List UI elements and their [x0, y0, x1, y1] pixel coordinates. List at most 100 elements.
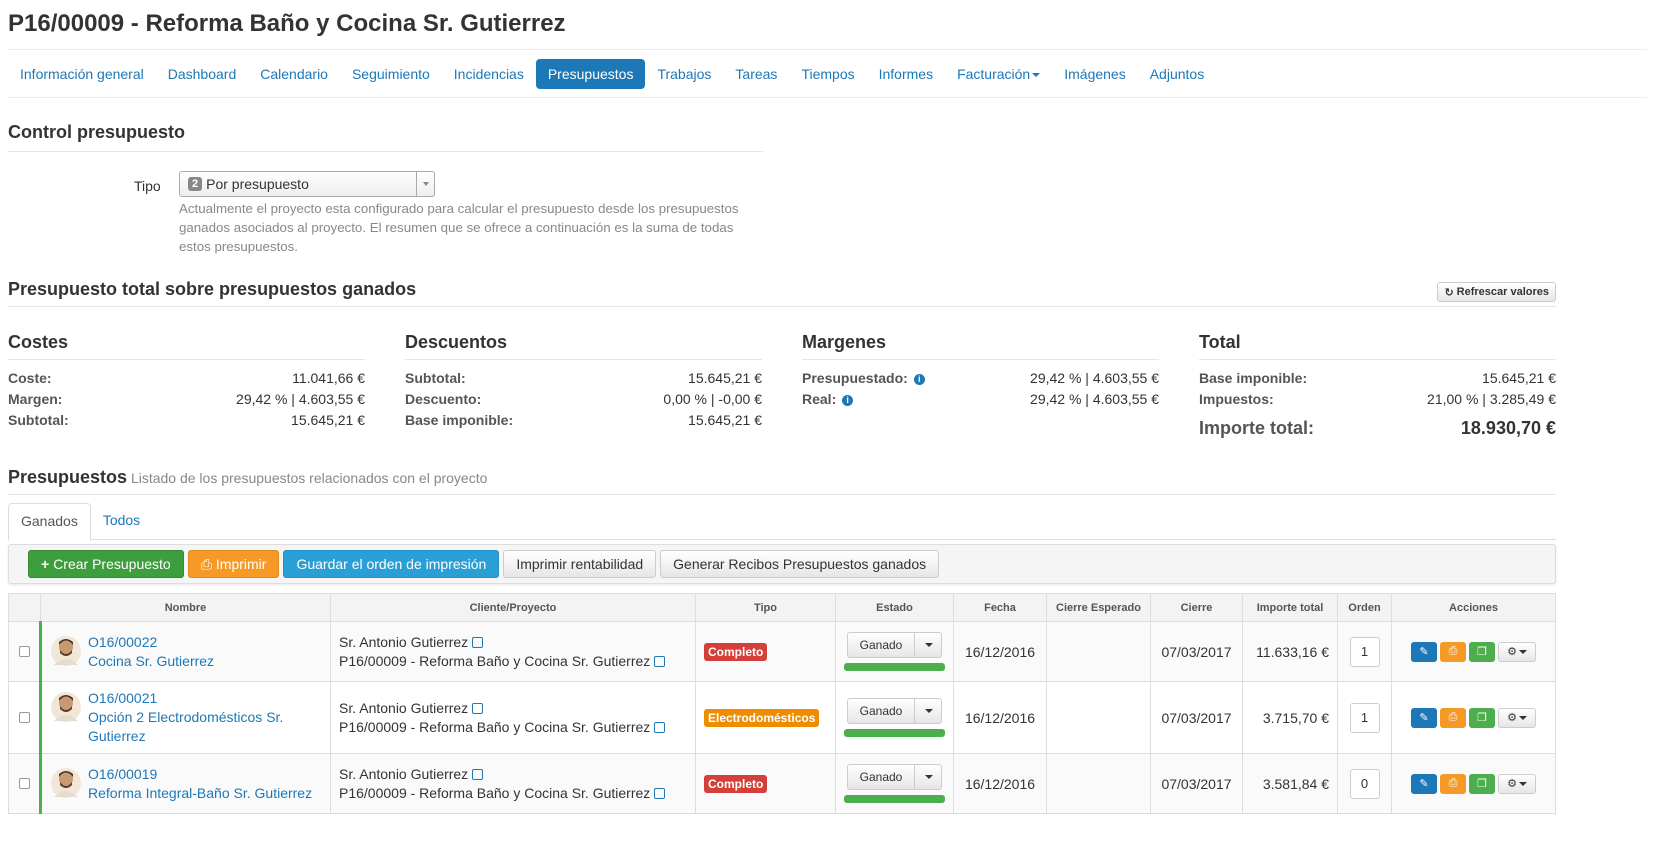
tab-trabajos[interactable]: Trabajos [645, 59, 723, 89]
cliente-cell: Sr. Antonio Gutierrez P16/00009 - Reform… [330, 753, 696, 814]
tipo-cell: Electrodomésticos [695, 681, 836, 754]
edit-icon[interactable]: ✎ [1411, 773, 1437, 794]
guardar-orden-button[interactable]: Guardar el orden de impresión [283, 550, 500, 578]
total-heading: Presupuesto total sobre presupuestos gan… [8, 279, 417, 299]
tab-tareas[interactable]: Tareas [723, 59, 789, 89]
importe-total-value: 18.930,70 € [1460, 418, 1556, 438]
tab-imagenes[interactable]: Imágenes [1052, 59, 1137, 89]
column-header-cierre-esperado[interactable]: Cierre Esperado [1046, 593, 1151, 622]
tab-informacion-general[interactable]: Información general [8, 59, 156, 89]
column-header-importe[interactable]: Importe total [1242, 593, 1338, 622]
orden-input[interactable]: 1 [1349, 702, 1380, 733]
plus-icon: + [41, 556, 50, 572]
print-icon[interactable]: ⎙ [1440, 773, 1466, 794]
orden-input[interactable]: 1 [1349, 636, 1380, 667]
print-icon[interactable]: ⎙ [1440, 707, 1466, 728]
crear-presupuesto-button[interactable]: + Crear Presupuesto [28, 550, 184, 578]
orden-input[interactable]: 0 [1349, 768, 1380, 799]
tab-adjuntos[interactable]: Adjuntos [1138, 59, 1216, 89]
column-header-nombre[interactable]: Nombre [40, 593, 331, 622]
summary-row: Subtotal: 15.645,21 € [8, 412, 365, 433]
summary-row: Coste: 11.041,66 € [8, 370, 365, 391]
estado-label[interactable]: Ganado [848, 633, 916, 657]
row-checkbox[interactable] [18, 645, 30, 657]
summary-key: Presupuestado: [802, 370, 908, 386]
fecha-cell: 16/12/2016 [953, 753, 1047, 814]
presupuesto-code-link[interactable]: O16/00021 [88, 690, 157, 706]
caret-down-icon [1032, 72, 1041, 77]
refresh-values-button[interactable]: ↻ Refrescar valores [1437, 282, 1556, 302]
gear-icon[interactable]: ⚙ [1498, 707, 1536, 728]
caret-down-icon[interactable] [915, 765, 941, 789]
row-checkbox[interactable] [18, 711, 30, 723]
external-link-icon[interactable] [654, 788, 666, 800]
generar-recibos-button[interactable]: Generar Recibos Presupuestos ganados [660, 550, 940, 578]
print-icon: ⎙ [200, 555, 212, 572]
importe-cell: 3.581,84 € [1242, 753, 1338, 814]
tab-incidencias[interactable]: Incidencias [442, 59, 536, 89]
column-header-cliente[interactable]: Cliente/Proyecto [330, 593, 696, 622]
edit-icon[interactable]: ✎ [1411, 641, 1437, 662]
summary-row: Presupuestado: i 29,42 % | 4.603,55 € [802, 370, 1159, 391]
caret-down-icon[interactable] [915, 699, 941, 723]
tab-tiempos[interactable]: Tiempos [789, 59, 866, 89]
external-link-icon[interactable] [654, 656, 666, 668]
presupuesto-name-link[interactable]: Reforma Integral-Baño Sr. Gutierrez [88, 785, 312, 801]
tab-informes[interactable]: Informes [867, 59, 945, 89]
estado-label[interactable]: Ganado [848, 765, 916, 789]
summary-value: 15.645,21 € [688, 370, 762, 386]
nombre-cell: O16/00019 Reforma Integral-Baño Sr. Gutie… [40, 753, 331, 814]
descuentos-title: Descuentos [405, 332, 762, 360]
summary-row: Descuento: 0,00 % | -0,00 € [405, 391, 762, 412]
acciones-cell: ✎ ⎙ ❐ ⚙ [1391, 621, 1556, 682]
imprimir-button[interactable]: ⎙ Imprimir [187, 550, 280, 578]
gear-icon[interactable]: ⚙ [1498, 773, 1536, 794]
estado-label[interactable]: Ganado [848, 699, 916, 723]
avatar [51, 767, 81, 798]
estado-dropdown[interactable]: Ganado [846, 698, 943, 724]
external-link-icon[interactable] [472, 637, 484, 649]
tab-presupuestos[interactable]: Presupuestos [535, 58, 646, 89]
summary-key: Real: [802, 391, 837, 407]
tipo-select[interactable]: 2 Por presupuesto [179, 171, 435, 197]
summary-row: Base imponible: 15.645,21 € [1199, 370, 1556, 391]
presupuesto-code-link[interactable]: O16/00019 [88, 766, 157, 782]
column-header-tipo[interactable]: Tipo [695, 593, 836, 622]
column-header-orden[interactable]: Orden [1337, 593, 1392, 622]
presupuesto-name-link[interactable]: Opción 2 Electrodomésticos Sr. Gutierrez [88, 709, 283, 744]
external-link-icon[interactable] [472, 703, 484, 715]
table-row: O16/00022 Cocina Sr. Gutierrez Sr. Antoni… [8, 621, 1556, 682]
summary-value: 15.645,21 € [291, 412, 365, 428]
tab-calendario[interactable]: Calendario [248, 59, 340, 89]
gear-icon[interactable]: ⚙ [1498, 641, 1536, 662]
presupuesto-code-link[interactable]: O16/00022 [88, 634, 157, 650]
external-link-icon[interactable] [472, 769, 484, 781]
cierre-esperado-cell [1046, 753, 1151, 814]
presupuesto-name-link[interactable]: Cocina Sr. Gutierrez [88, 653, 214, 669]
estado-dropdown[interactable]: Ganado [846, 632, 943, 658]
estado-dropdown[interactable]: Ganado [846, 764, 943, 790]
row-checkbox[interactable] [18, 777, 30, 789]
print-icon[interactable]: ⎙ [1440, 641, 1466, 662]
info-icon[interactable]: i [842, 394, 854, 406]
copy-icon[interactable]: ❐ [1469, 773, 1495, 794]
imprimir-rentabilidad-button[interactable]: Imprimir rentabilidad [503, 550, 657, 578]
info-icon[interactable]: i [913, 373, 925, 385]
select-arrow-icon[interactable] [416, 172, 434, 196]
caret-down-icon[interactable] [915, 633, 941, 657]
edit-icon[interactable]: ✎ [1411, 707, 1437, 728]
tab-seguimiento[interactable]: Seguimiento [340, 59, 442, 89]
margenes-column: Margenes Presupuestado: i 29,42 % | 4.603… [802, 332, 1159, 442]
tab-todos[interactable]: Todos [91, 503, 152, 539]
tab-ganados[interactable]: Ganados [8, 503, 91, 541]
column-header-estado[interactable]: Estado [835, 593, 954, 622]
tab-facturacion[interactable]: Facturación [945, 59, 1052, 89]
copy-icon[interactable]: ❐ [1469, 641, 1495, 662]
costes-column: Costes Coste: 11.041,66 € Margen: 29,42 % … [8, 332, 365, 442]
column-header-cierre[interactable]: Cierre [1150, 593, 1243, 622]
importe-total-row: Importe total: 18.930,70 € [1199, 418, 1556, 442]
tab-dashboard[interactable]: Dashboard [156, 59, 249, 89]
copy-icon[interactable]: ❐ [1469, 707, 1495, 728]
column-header-fecha[interactable]: Fecha [953, 593, 1047, 622]
external-link-icon[interactable] [654, 722, 666, 734]
